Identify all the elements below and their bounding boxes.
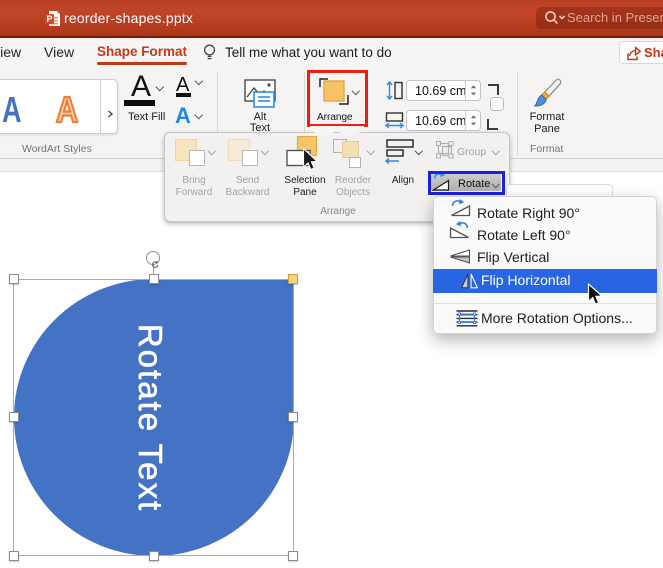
svg-text:P: P [46,14,52,24]
